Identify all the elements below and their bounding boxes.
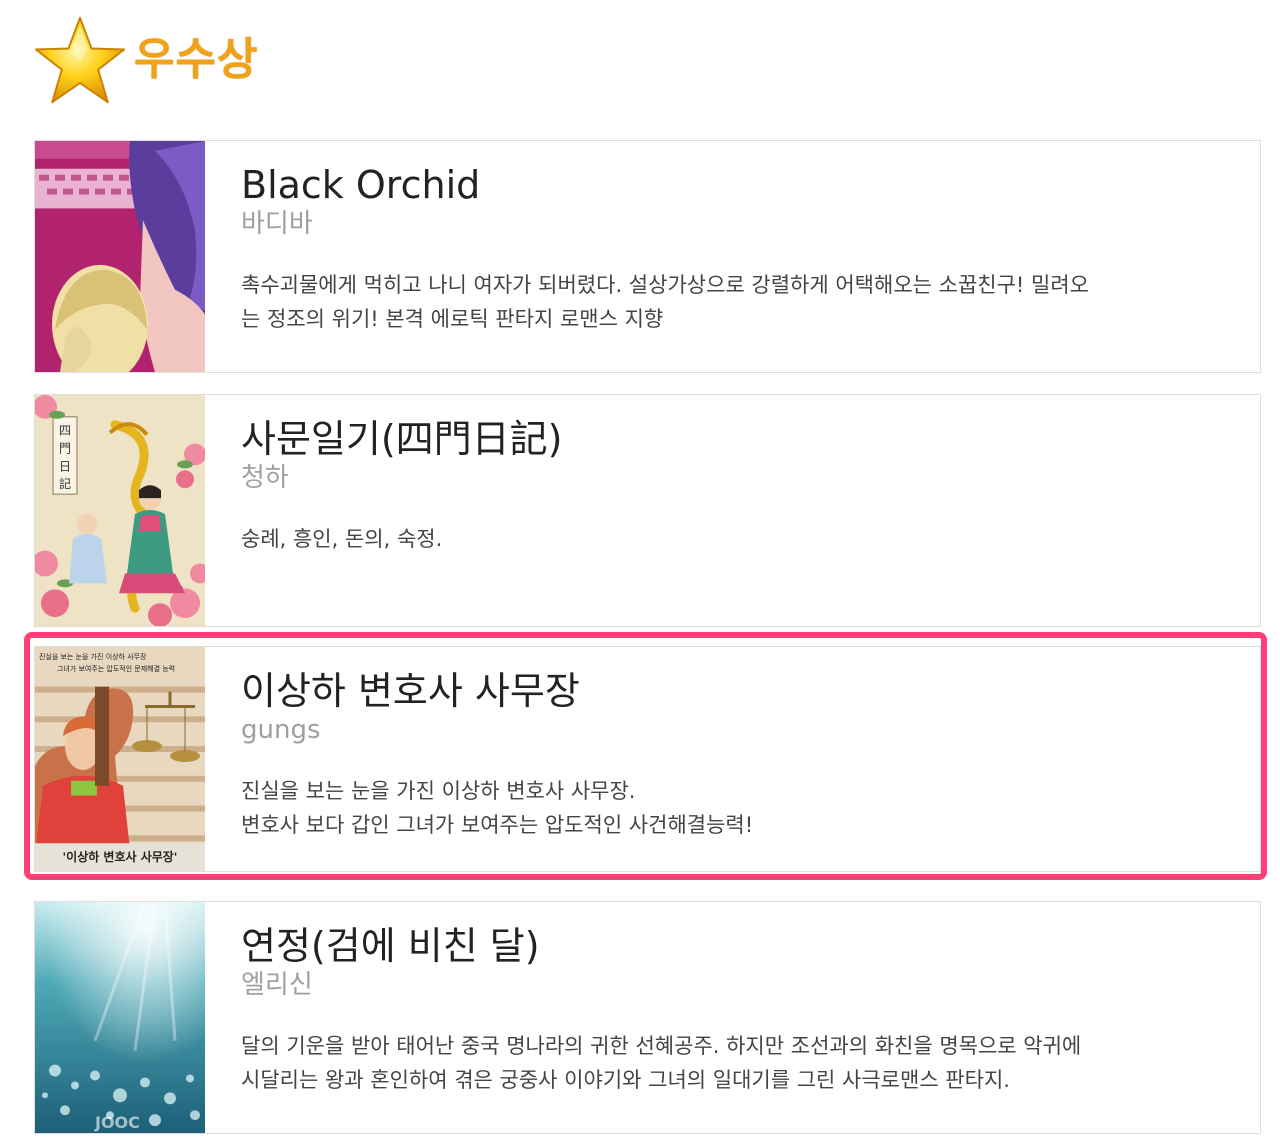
work-info: 사문일기(四門日記) 청하 숭례, 흥인, 돈의, 숙정. [241,418,1200,556]
black-orchid-cover-image [35,141,205,372]
work-info: 이상하 변호사 사무장 gungs 진실을 보는 눈을 가진 이상하 변호사 사… [241,670,1200,842]
cover-watermark: JOOC [94,1113,140,1132]
cover-text-top: 진실을 보는 눈을 가진 이상하 사무장 [39,652,147,661]
work-card[interactable]: JOOC 연정(검에 비친 달) 엘리신 달의 기운을 받아 태어난 중국 명나… [34,901,1261,1134]
cover-char: 四 [59,424,71,438]
work-author: 청하 [241,462,289,493]
cover-text-bottom: '이상하 변호사 사무장' [63,849,178,864]
cover-char: 記 [59,476,71,491]
work-thumbnail[interactable]: JOOC [35,902,205,1133]
work-info: Black Orchid 바디바 촉수괴물에게 먹히고 나니 여자가 되버렸다.… [241,164,1200,336]
samun-ilgi-cover-image: 四 門 日 記 [35,395,205,626]
work-title[interactable]: Black Orchid [241,164,1200,207]
work-info: 연정(검에 비친 달) 엘리신 달의 기운을 받아 태어난 중국 명나라의 귀한… [241,925,1200,1097]
cover-char: 日 [59,459,71,473]
work-thumbnail[interactable]: 四 門 日 記 [35,395,205,626]
yeonjeong-cover-image: JOOC [35,902,205,1133]
work-author: 바디바 [241,208,313,239]
work-thumbnail[interactable]: 진실을 보는 눈을 가진 이상하 사무장 그녀가 보여주는 압도적인 문제해결 … [35,647,205,871]
award-title: 우수상 [134,34,259,85]
work-description: 숭례, 흥인, 돈의, 숙정. [241,526,443,551]
work-description: 촉수괴물에게 먹히고 나니 여자가 되버렸다. 설상가상으로 강렬하게 어택해오… [241,272,1089,331]
work-title[interactable]: 사문일기(四門日記) [241,418,1200,461]
lawyer-office-cover-image: 진실을 보는 눈을 가진 이상하 사무장 그녀가 보여주는 압도적인 문제해결 … [35,647,205,871]
work-card-highlighted[interactable]: 진실을 보는 눈을 가진 이상하 사무장 그녀가 보여주는 압도적인 문제해결 … [34,646,1261,872]
work-title[interactable]: 이상하 변호사 사무장 [241,670,1200,713]
work-description: 달의 기운을 받아 태어난 중국 명나라의 귀한 선혜공주. 하지만 조선과의 … [241,1033,1082,1092]
work-card[interactable]: 四 門 日 記 사문일기(四門日記) 청하 숭례, 흥인, 돈의, 숙정. [34,394,1261,627]
work-title[interactable]: 연정(검에 비친 달) [241,925,1200,968]
cover-text-top2: 그녀가 보여주는 압도적인 문제해결 능력 [57,664,175,673]
cover-char: 門 [59,442,71,456]
award-header: 우수상 [32,12,258,108]
work-author: 엘리신 [241,969,313,1000]
award-section: 우수상 Black Orchid 바디바 촉수괴물에게 먹히고 나니 여자가 되… [0,0,1280,1147]
work-description: 진실을 보는 눈을 가진 이상하 변호사 사무장. 변호사 보다 갑인 그녀가 … [241,778,754,837]
work-card[interactable]: Black Orchid 바디바 촉수괴물에게 먹히고 나니 여자가 되버렸다.… [34,140,1261,373]
star-icon [34,16,126,104]
work-author: gungs [241,714,321,745]
work-thumbnail[interactable] [35,141,205,372]
